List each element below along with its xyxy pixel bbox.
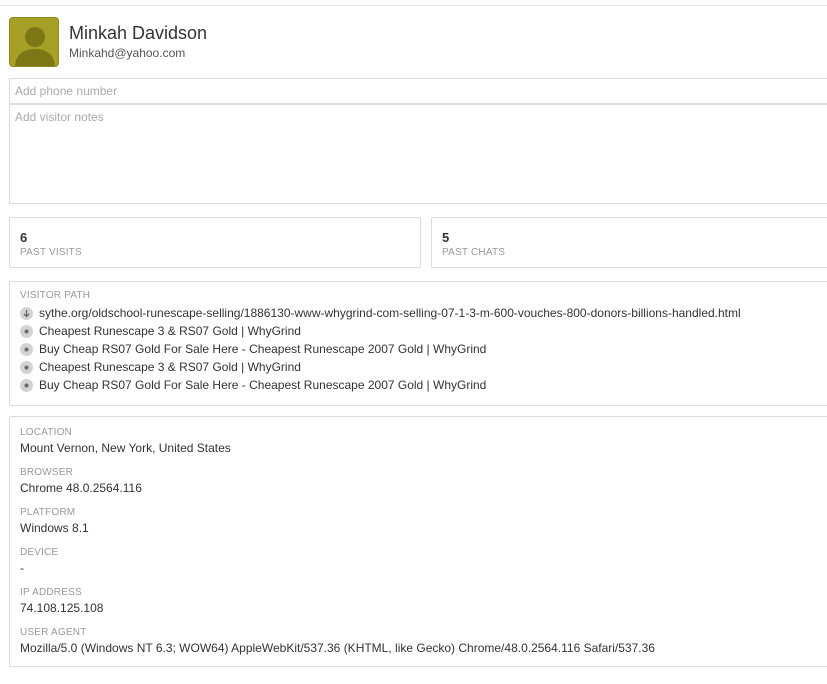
device-row: DEVICE - — [20, 547, 827, 587]
past-visits-count: 6 — [20, 230, 28, 245]
user-silhouette-icon — [15, 27, 55, 66]
visitor-notes-textarea[interactable] — [9, 104, 827, 204]
visitor-path-list: sythe.org/oldschool-runescape-selling/18… — [20, 304, 827, 394]
path-item[interactable]: Cheapest Runescape 3 & RS07 Gold | WhyGr… — [20, 358, 827, 376]
platform-label: PLATFORM — [20, 507, 76, 518]
device-label: DEVICE — [20, 547, 59, 558]
visitor-path-card: VISITOR PATH sythe.org/oldschool-runesca… — [9, 281, 827, 406]
path-item[interactable]: Cheapest Runescape 3 & RS07 Gold | WhyGr… — [20, 322, 827, 340]
user-agent-label: USER AGENT — [20, 627, 87, 638]
visitor-path-label: VISITOR PATH — [20, 290, 91, 301]
avatar — [9, 17, 59, 67]
past-chats-label: PAST CHATS — [442, 247, 506, 258]
device-value: - — [20, 561, 24, 575]
path-item-text: Buy Cheap RS07 Gold For Sale Here - Chea… — [39, 342, 487, 356]
past-chats-card[interactable]: 5 PAST CHATS — [431, 217, 827, 268]
visitor-profile-header: Minkah Davidson Minkahd@yahoo.com — [9, 17, 827, 69]
path-item-text: Cheapest Runescape 3 & RS07 Gold | WhyGr… — [39, 360, 301, 374]
ip-address-value: 74.108.125.108 — [20, 601, 104, 615]
browser-row: BROWSER Chrome 48.0.2564.116 — [20, 467, 827, 507]
dot-icon — [20, 342, 33, 356]
user-agent-row: USER AGENT Mozilla/5.0 (Windows NT 6.3; … — [20, 627, 827, 667]
location-value: Mount Vernon, New York, United States — [20, 441, 231, 455]
location-label: LOCATION — [20, 427, 72, 438]
visitor-email: Minkahd@yahoo.com — [69, 46, 186, 60]
visitor-name: Minkah Davidson — [69, 23, 208, 43]
browser-label: BROWSER — [20, 467, 74, 478]
arrow-down-icon — [20, 306, 33, 320]
visitor-details-card: LOCATION Mount Vernon, New York, United … — [9, 416, 827, 667]
dot-icon — [20, 324, 33, 338]
phone-number-input[interactable] — [9, 78, 827, 104]
browser-value: Chrome 48.0.2564.116 — [20, 481, 142, 495]
past-visits-card: 6 PAST VISITS — [9, 217, 421, 268]
platform-value: Windows 8.1 — [20, 521, 89, 535]
location-row: LOCATION Mount Vernon, New York, United … — [20, 427, 827, 467]
path-item[interactable]: Buy Cheap RS07 Gold For Sale Here - Chea… — [20, 376, 827, 394]
path-item[interactable]: sythe.org/oldschool-runescape-selling/18… — [20, 304, 827, 322]
dot-icon — [20, 378, 33, 392]
past-visits-label: PAST VISITS — [20, 247, 82, 258]
ip-address-label: IP ADDRESS — [20, 587, 82, 598]
user-agent-value: Mozilla/5.0 (Windows NT 6.3; WOW64) Appl… — [20, 641, 655, 655]
path-item[interactable]: Buy Cheap RS07 Gold For Sale Here - Chea… — [20, 340, 827, 358]
path-item-text: sythe.org/oldschool-runescape-selling/18… — [39, 306, 741, 320]
dot-icon — [20, 360, 33, 374]
visitor-details-list: LOCATION Mount Vernon, New York, United … — [20, 427, 827, 667]
path-item-text: Cheapest Runescape 3 & RS07 Gold | WhyGr… — [39, 324, 301, 338]
platform-row: PLATFORM Windows 8.1 — [20, 507, 827, 547]
top-divider — [0, 5, 827, 6]
ip-address-row: IP ADDRESS 74.108.125.108 — [20, 587, 827, 627]
path-item-text: Buy Cheap RS07 Gold For Sale Here - Chea… — [39, 378, 487, 392]
past-chats-count: 5 — [442, 230, 450, 245]
